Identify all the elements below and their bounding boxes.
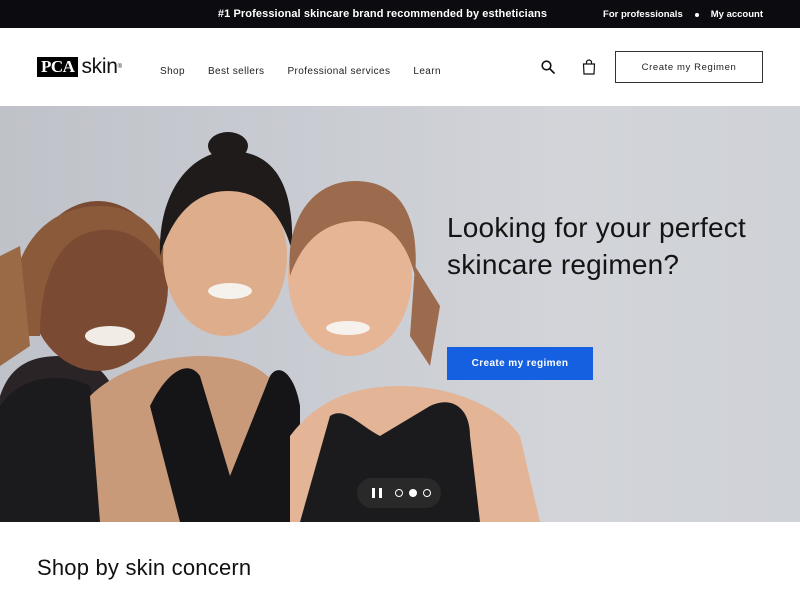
- carousel-dot-2[interactable]: [409, 489, 417, 497]
- hero-photo-three-women: [0, 132, 540, 522]
- main-nav: Shop Best sellers Professional services …: [160, 66, 464, 77]
- carousel-dot-3[interactable]: [423, 489, 431, 497]
- site-header: PCA skin® Shop Best sellers Professional…: [0, 28, 800, 106]
- nav-learn[interactable]: Learn: [413, 66, 441, 77]
- shopping-bag-icon[interactable]: [582, 59, 596, 75]
- pause-icon[interactable]: [372, 488, 382, 498]
- hero-banner: Looking for your perfect skincare regime…: [0, 106, 800, 522]
- search-icon[interactable]: [541, 60, 555, 74]
- logo-trademark: ®: [117, 64, 122, 70]
- utility-links: For professionals My account: [603, 9, 763, 20]
- separator-dot: [694, 12, 699, 17]
- for-professionals-link[interactable]: For professionals: [603, 9, 683, 20]
- create-my-regimen-button[interactable]: Create my Regimen: [615, 51, 763, 83]
- nav-best-sellers[interactable]: Best sellers: [208, 66, 265, 77]
- hero-title: Looking for your perfect skincare regime…: [447, 212, 746, 280]
- logo-word: skin: [81, 55, 118, 78]
- hero-create-regimen-button[interactable]: Create my regimen: [447, 347, 593, 380]
- pca-skin-logo[interactable]: PCA skin®: [37, 56, 122, 78]
- shop-by-skin-concern-heading: Shop by skin concern: [37, 555, 252, 580]
- carousel-controls: [357, 478, 441, 508]
- logo-box: PCA: [37, 57, 79, 77]
- carousel-dot-1[interactable]: [395, 489, 403, 497]
- logo-text: skin®: [81, 55, 122, 78]
- nav-shop[interactable]: Shop: [160, 66, 185, 77]
- my-account-link[interactable]: My account: [711, 9, 763, 20]
- nav-professional-services[interactable]: Professional services: [287, 66, 390, 77]
- announcement-bar: #1 Professional skincare brand recommend…: [0, 0, 800, 28]
